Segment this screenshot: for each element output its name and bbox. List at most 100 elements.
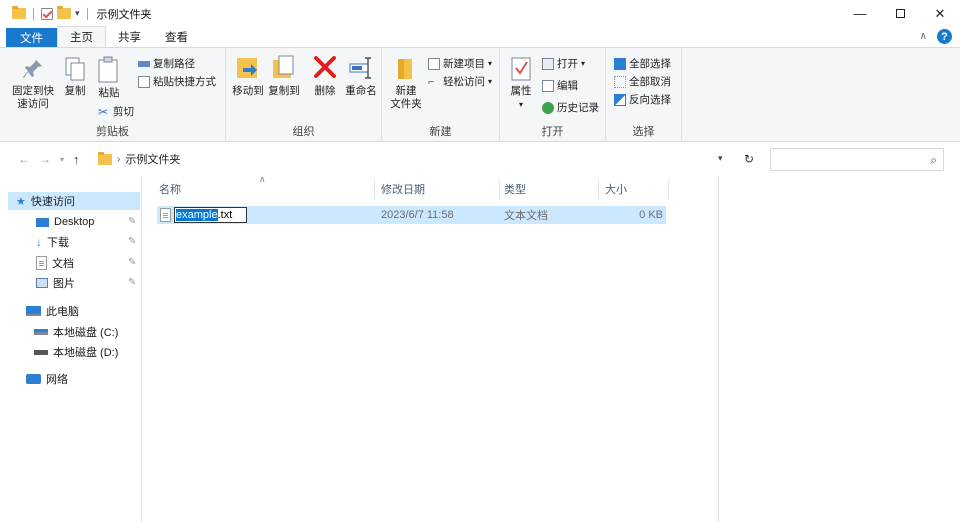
paste-button[interactable]: 粘贴 xyxy=(94,56,124,100)
properties-icon xyxy=(511,57,531,81)
select-all-button[interactable]: 全部选择 xyxy=(614,56,671,71)
column-divider[interactable] xyxy=(668,180,669,200)
history-button[interactable]: 历史记录 xyxy=(542,100,599,115)
back-arrow-icon[interactable]: ← xyxy=(18,152,30,166)
pin-icon[interactable]: ✎ xyxy=(128,257,136,268)
pin-quick-access-button[interactable]: 固定到快 速访问 xyxy=(10,58,56,111)
new-item-button[interactable]: 新建项目 ▾ xyxy=(428,56,492,71)
navigation-pane: ★ 快速访问 Desktop ✎ ↓ 下载 ✎ 文档 ✎ 图片 ✎ 此电脑 本地… xyxy=(0,176,142,522)
clipboard-group: 固定到快 速访问 复制 粘贴 复制路径 粘贴快捷方式 ✂ 剪切 剪贴板 xyxy=(0,48,226,142)
paste-shortcut-button[interactable]: 粘贴快捷方式 xyxy=(138,74,216,89)
refresh-icon[interactable]: ↻ xyxy=(740,150,758,168)
easy-access-button[interactable]: ⌐ 轻松访问 ▾ xyxy=(428,74,492,89)
select-all-icon xyxy=(614,57,626,70)
collapse-ribbon-icon[interactable]: ∧ xyxy=(920,31,927,42)
copy-path-button[interactable]: 复制路径 xyxy=(138,56,195,71)
text-file-icon xyxy=(160,208,171,222)
edit-button[interactable]: 编辑 xyxy=(542,78,578,93)
column-header-modified[interactable]: 修改日期 xyxy=(381,176,501,202)
drive-icon xyxy=(34,349,48,355)
column-divider[interactable] xyxy=(598,180,599,200)
pin-icon[interactable]: ✎ xyxy=(128,277,136,288)
organize-group: 移动到 复制到 删除 重命名 组织 xyxy=(226,48,382,142)
properties-button[interactable]: 属性 ▾ xyxy=(506,56,536,111)
network-icon xyxy=(26,374,41,384)
maximize-icon xyxy=(895,9,905,18)
tab-file[interactable]: 文件 xyxy=(6,28,57,47)
move-to-icon xyxy=(237,58,257,78)
search-input[interactable]: ⌕ xyxy=(770,148,944,171)
column-header-name[interactable]: 名称 xyxy=(159,176,379,202)
nav-network[interactable]: 网络 xyxy=(26,370,68,388)
star-icon: ★ xyxy=(16,195,26,208)
move-to-button[interactable]: 移动到 xyxy=(230,54,266,98)
address-path[interactable]: 示例文件夹 xyxy=(125,151,180,167)
nav-drive-d[interactable]: 本地磁盘 (D:) xyxy=(34,343,118,361)
paste-icon xyxy=(98,56,118,83)
folder-icon xyxy=(12,6,26,19)
modified-date: 2023/6/7 11:58 xyxy=(381,209,454,221)
column-divider[interactable] xyxy=(499,180,500,200)
copy-button[interactable]: 复制 xyxy=(60,56,90,98)
select-none-button[interactable]: 全部取消 xyxy=(614,74,671,89)
help-icon[interactable]: ? xyxy=(937,29,952,44)
tab-view[interactable]: 查看 xyxy=(153,27,200,47)
maximize-button[interactable] xyxy=(880,0,920,27)
properties-quick-icon[interactable] xyxy=(41,7,53,20)
rename-button[interactable]: 重命名 xyxy=(342,54,380,98)
copy-to-icon xyxy=(273,55,294,78)
pictures-icon xyxy=(36,278,48,288)
folder-icon xyxy=(98,151,112,165)
new-folder-button[interactable]: 新建 文件夹 xyxy=(388,56,424,111)
new-item-icon xyxy=(428,57,440,70)
new-folder-quick-icon[interactable] xyxy=(57,6,71,19)
rename-icon xyxy=(349,57,371,79)
copy-path-icon xyxy=(138,60,150,67)
nav-item-downloads[interactable]: ↓ 下载 xyxy=(36,233,69,251)
column-header-type[interactable]: 类型 xyxy=(504,176,599,202)
address-history-dropdown-icon[interactable]: ▾ xyxy=(718,153,723,164)
paste-shortcut-icon xyxy=(138,75,150,88)
nav-item-pictures[interactable]: 图片 xyxy=(36,274,75,292)
title-bar: ▾ 示例文件夹 — ✕ xyxy=(0,0,960,27)
up-arrow-icon[interactable]: ↑ xyxy=(73,152,80,167)
rename-input[interactable]: example .txt xyxy=(174,207,247,223)
organize-group-label: 组织 xyxy=(292,126,315,138)
customize-quick-access-icon[interactable]: ▾ xyxy=(75,8,80,19)
column-header-size[interactable]: 大小 xyxy=(605,176,665,202)
minimize-button[interactable]: — xyxy=(840,0,880,27)
nav-item-desktop[interactable]: Desktop xyxy=(36,213,94,231)
select-group: 全部选择 全部取消 反向选择 选择 xyxy=(606,48,682,142)
invert-selection-button[interactable]: 反向选择 xyxy=(614,92,671,107)
file-size: 0 KB xyxy=(639,209,663,221)
close-button[interactable]: ✕ xyxy=(920,0,960,27)
nav-drive-c[interactable]: 本地磁盘 (C:) xyxy=(34,323,118,341)
nav-quick-access[interactable]: ★ 快速访问 xyxy=(8,192,140,210)
clipboard-group-label: 剪贴板 xyxy=(96,126,129,138)
file-list: ∧ 名称 修改日期 类型 大小 example .txt 2023/6/7 11:… xyxy=(143,174,718,522)
open-group: 属性 ▾ 打开 ▾ 编辑 历史记录 打开 xyxy=(500,48,606,142)
dropdown-icon: ▾ xyxy=(518,100,523,109)
delete-icon xyxy=(314,56,336,78)
cut-button[interactable]: ✂ 剪切 xyxy=(98,104,134,119)
tab-share[interactable]: 共享 xyxy=(106,27,153,47)
forward-arrow-icon[interactable]: → xyxy=(39,152,51,166)
pin-icon[interactable]: ✎ xyxy=(128,236,136,247)
document-icon xyxy=(36,256,47,270)
nav-this-pc[interactable]: 此电脑 xyxy=(26,302,79,320)
nav-item-documents[interactable]: 文档 xyxy=(36,254,74,272)
navigation-bar: ← → ▾ ↑ › 示例文件夹 ▾ ↻ ⌕ xyxy=(0,143,960,175)
desktop-icon xyxy=(36,217,49,227)
chevron-right-icon[interactable]: › xyxy=(117,154,120,165)
delete-button[interactable]: 删除 xyxy=(310,54,340,98)
tab-home[interactable]: 主页 xyxy=(57,26,106,47)
column-divider[interactable] xyxy=(374,180,375,200)
table-row[interactable]: example .txt 2023/6/7 11:58 文本文档 0 KB xyxy=(157,206,666,224)
recent-locations-icon[interactable]: ▾ xyxy=(60,155,64,164)
pin-icon[interactable]: ✎ xyxy=(128,216,136,227)
address-bar[interactable]: › 示例文件夹 xyxy=(98,148,760,170)
select-none-icon xyxy=(614,75,626,88)
copy-to-button[interactable]: 复制到 xyxy=(266,54,302,98)
history-icon xyxy=(542,101,554,114)
open-button[interactable]: 打开 ▾ xyxy=(542,56,585,71)
